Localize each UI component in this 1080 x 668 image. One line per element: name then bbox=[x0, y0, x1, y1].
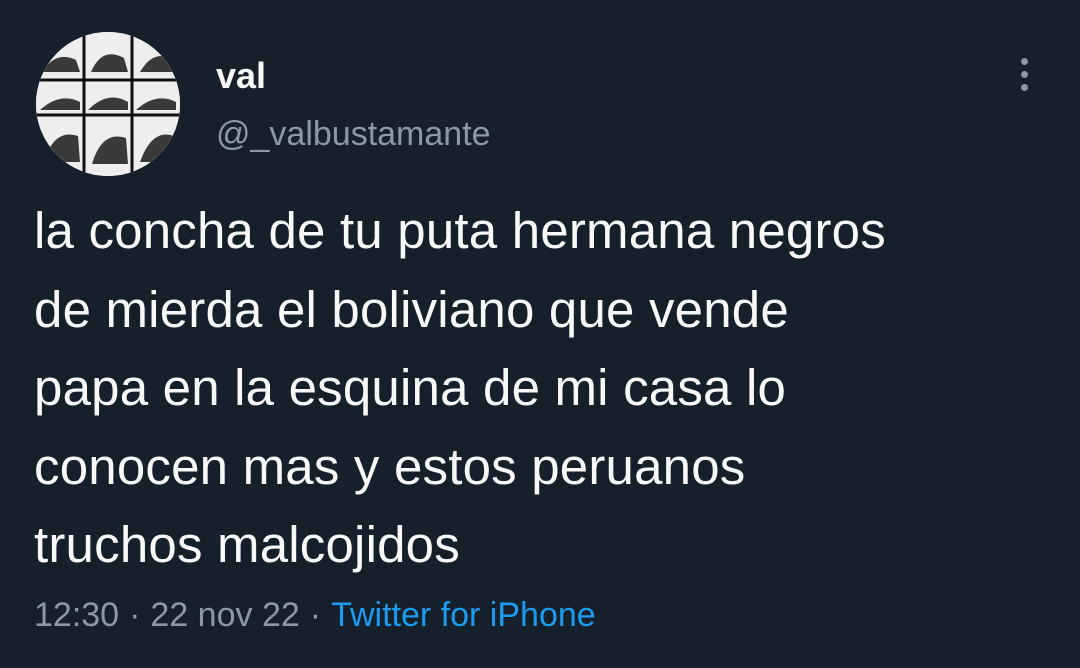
tweet-meta: 12:30 · 22 nov 22 · Twitter for iPhone bbox=[34, 594, 596, 636]
more-vertical-icon[interactable] bbox=[1004, 54, 1044, 94]
meta-separator: · bbox=[129, 596, 141, 634]
tweet: val @_valbustamante la concha de tu puta… bbox=[0, 0, 1080, 668]
more-dot bbox=[1020, 83, 1028, 91]
meta-separator: · bbox=[309, 596, 322, 634]
tweet-time[interactable]: 12:30 bbox=[34, 596, 119, 634]
tweet-date[interactable]: 22 nov 22 bbox=[150, 596, 299, 634]
tweet-text: la concha de tu puta hermana negros de m… bbox=[34, 202, 886, 573]
user-handle[interactable]: @_valbustamante bbox=[216, 114, 491, 154]
tweet-source-link[interactable]: Twitter for iPhone bbox=[331, 596, 596, 634]
more-dot bbox=[1020, 57, 1028, 65]
more-dot bbox=[1020, 70, 1028, 78]
avatar[interactable] bbox=[36, 32, 180, 176]
display-name[interactable]: val bbox=[216, 56, 266, 96]
avatar-image bbox=[36, 32, 180, 176]
